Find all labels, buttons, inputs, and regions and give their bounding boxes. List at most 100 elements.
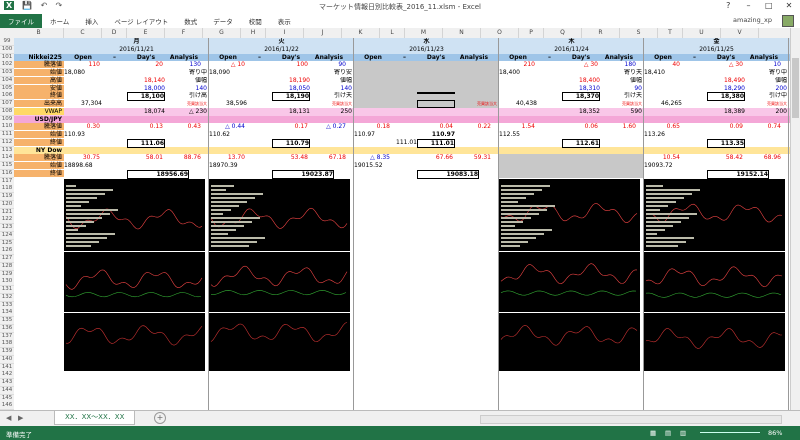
nikkei-tag: 寄り中: [188, 69, 207, 76]
volume-bar: [646, 200, 676, 203]
column-header[interactable]: S: [620, 28, 658, 38]
dow-change: 13.70: [227, 154, 245, 162]
column-header[interactable]: T: [658, 28, 683, 38]
nikkei-change: △ 30: [728, 61, 743, 69]
nikkei-tag: 140: [340, 84, 352, 92]
horizontal-scrollbar[interactable]: [480, 415, 782, 424]
spreadsheet-grid[interactable]: Nikkei225 騰落値 始値 高値 安値 終値 出来高 VWAP USD/JPY 騰落値 始値終…: [14, 38, 790, 410]
nikkei-tag: 寄り中: [768, 69, 787, 76]
zoom-level[interactable]: 86%: [768, 429, 782, 437]
dow-change: 59.31: [473, 154, 491, 162]
nikkei-tag: 引け高: [188, 92, 207, 100]
day-date: 2016/11/23: [409, 45, 444, 53]
nikkei-tag: 値幅: [774, 76, 787, 84]
volume-bar: [501, 220, 523, 223]
nikkei-value: 18,131: [289, 107, 310, 115]
nikkei-value: 18,190: [289, 76, 310, 84]
nikkei-value: 18,074: [144, 107, 165, 115]
column-header[interactable]: H: [241, 28, 266, 38]
column-header[interactable]: J: [304, 28, 342, 38]
prev-sheet-icon[interactable]: ◀: [6, 414, 11, 422]
selected-cell[interactable]: [417, 100, 455, 108]
vertical-scrollbar[interactable]: [790, 28, 800, 410]
user-name[interactable]: amazing_xp: [733, 16, 772, 24]
tab-home[interactable]: ホーム: [42, 14, 77, 28]
close-button[interactable]: ✕: [780, 1, 798, 10]
next-sheet-icon[interactable]: ▶: [18, 414, 23, 422]
volume-bar: [66, 208, 118, 211]
fx-extra: 111.01: [396, 138, 417, 146]
tab-data[interactable]: データ: [205, 14, 241, 28]
tab-formulas[interactable]: 数式: [176, 14, 205, 28]
nikkei-value: 18,290: [724, 84, 745, 92]
avatar[interactable]: [782, 15, 794, 27]
chart-image-3: [209, 312, 350, 371]
tab-page-layout[interactable]: ページ レイアウト: [106, 14, 176, 28]
column-header[interactable]: E: [127, 28, 165, 38]
column-header[interactable]: C: [64, 28, 102, 38]
column-header[interactable]: D: [102, 28, 127, 38]
view-layout-icon[interactable]: ▤: [665, 429, 671, 437]
tab-review[interactable]: 校閲: [241, 14, 270, 28]
chart-svg: [645, 265, 783, 298]
fx-change: 0.74: [767, 123, 781, 131]
volume-bar: [211, 192, 263, 195]
volume-bar: [211, 244, 249, 247]
column-header[interactable]: B: [14, 28, 64, 38]
chart-image-1: [209, 178, 350, 251]
day-subheader: Open: [219, 53, 237, 61]
fx-change: △ 0.27: [326, 123, 346, 131]
dow-change: 30.75: [82, 154, 100, 162]
minimize-button[interactable]: –: [740, 1, 758, 10]
column-header[interactable]: R: [582, 28, 620, 38]
nikkei-tag: △ 230: [189, 107, 207, 115]
column-header[interactable]: L: [380, 28, 405, 38]
nikkei-value: 18,100: [127, 92, 165, 102]
nikkei-tag: 売買該当大: [767, 101, 787, 106]
nikkei-value: 18,050: [289, 84, 310, 92]
volume-bar: [646, 240, 686, 243]
help-button[interactable]: ?: [719, 1, 737, 10]
tab-insert[interactable]: 挿入: [77, 14, 106, 28]
dow-change: 10.54: [662, 154, 680, 162]
column-header[interactable]: M: [405, 28, 443, 38]
chart-line: [500, 324, 638, 346]
maximize-button[interactable]: □: [760, 1, 778, 10]
column-header[interactable]: N: [443, 28, 481, 38]
sheet-tab-active[interactable]: XX．XX～XX．XX: [54, 411, 136, 425]
nikkei-change: 110: [88, 61, 100, 69]
fx-close: 112.61: [562, 138, 600, 148]
window-title: マーケット情報日別比較表_2016_11.xlsm - Excel: [318, 3, 482, 11]
tab-file[interactable]: ファイル: [0, 14, 42, 28]
volume-bar: [501, 200, 518, 203]
label-nikkei-sub: VWAP: [14, 107, 64, 115]
column-header[interactable]: P: [519, 28, 544, 38]
add-sheet-icon[interactable]: +: [154, 412, 166, 424]
column-header[interactable]: O: [481, 28, 519, 38]
status-bar: 準備完了 ▦ ▤ ▥ 86%: [0, 426, 800, 440]
volume-bar: [501, 188, 542, 191]
volume-bar: [646, 236, 694, 239]
column-header[interactable]: V: [721, 28, 759, 38]
column-header[interactable]: Q: [544, 28, 582, 38]
column-header[interactable]: F: [165, 28, 203, 38]
view-pagebreak-icon[interactable]: ▥: [680, 429, 686, 437]
volume-bar: [646, 224, 673, 227]
volume-bar: [211, 184, 234, 187]
chart-image-2: [209, 251, 350, 312]
column-header[interactable]: G: [203, 28, 241, 38]
fx-change: 0.43: [187, 123, 201, 131]
view-normal-icon[interactable]: ▦: [650, 429, 656, 437]
day-subheader: Open: [654, 53, 672, 61]
volume-bar: [66, 232, 115, 235]
tab-view[interactable]: 表示: [270, 14, 299, 28]
zoom-slider[interactable]: [700, 432, 760, 433]
nikkei-change: 210: [523, 61, 535, 69]
scrollbar-thumb[interactable]: [792, 58, 799, 118]
column-header[interactable]: U: [683, 28, 721, 38]
day-date: 2016/11/24: [554, 45, 589, 53]
column-header[interactable]: K: [342, 28, 380, 38]
dow-change: 68.96: [763, 154, 781, 162]
column-header[interactable]: I: [266, 28, 304, 38]
dow-open: 19093.72: [644, 162, 673, 169]
